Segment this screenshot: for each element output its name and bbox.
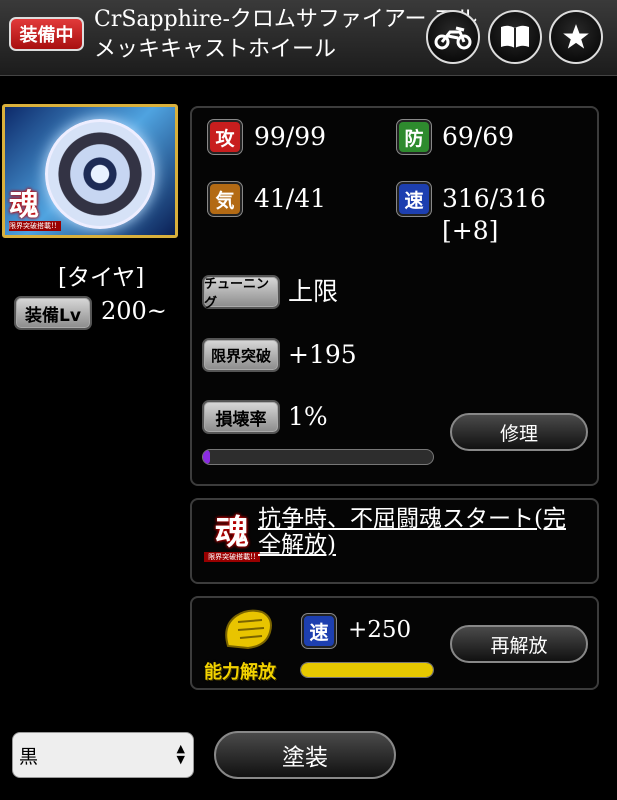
book-button[interactable]: [488, 10, 542, 64]
skill-link[interactable]: 抗争時、不屈闘魂スタート(完全解放): [258, 506, 578, 558]
ability-progress-fill: [301, 663, 433, 677]
ability-speed-value: +250: [348, 617, 412, 643]
ability-speed-icon: 速: [302, 614, 336, 648]
part-thumbnail: 魂 限界突破搭載!!: [2, 104, 178, 238]
ability-release-badge: 能力解放: [202, 606, 294, 684]
ability-panel: 能力解放 速 +250 再解放: [190, 596, 599, 690]
ki-icon: 気: [208, 182, 242, 216]
ki-value: 41/41: [254, 184, 327, 213]
header-bar: 装備中 CrSapphire-クロムサファイアー フル メッキキャストホイール: [0, 0, 617, 76]
favorite-button[interactable]: [549, 10, 603, 64]
part-title: CrSapphire-クロムサファイアー フル メッキキャストホイール: [94, 5, 478, 65]
defense-icon: 防: [397, 120, 431, 154]
ability-progress-bar: [300, 662, 434, 678]
attack-icon: 攻: [208, 120, 242, 154]
soul-skill-icon: 魂 限界突破搭載!!: [204, 514, 260, 572]
damage-rate-value: 1%: [288, 402, 328, 431]
select-arrows-icon: ▲ ▼: [176, 742, 185, 766]
star-icon: [563, 24, 589, 49]
equip-lv-value: 200~: [101, 297, 167, 325]
part-title-line1: CrSapphire-クロムサファイアー フル: [94, 7, 478, 32]
damage-rate-bar-fill: [203, 450, 210, 464]
equipped-badge: 装備中: [9, 17, 84, 51]
motorcycle-icon: [434, 26, 472, 50]
chrome-wheel-image: [45, 119, 155, 229]
motorcycle-button[interactable]: [426, 10, 480, 64]
speed-value: 316/316: [442, 184, 546, 213]
attack-value: 99/99: [254, 122, 327, 151]
rerelease-button[interactable]: 再解放: [450, 625, 588, 663]
speed-icon: 速: [397, 182, 431, 216]
defense-value: 69/69: [442, 122, 515, 151]
tuning-badge: チューニング: [202, 275, 280, 311]
tuning-value: 上限: [288, 277, 339, 306]
color-select-value: 黒: [19, 745, 39, 768]
limit-break-value: +195: [288, 340, 357, 369]
book-icon: [501, 25, 529, 48]
color-select[interactable]: 黒 ▲ ▼: [12, 732, 194, 778]
paint-button[interactable]: 塗装: [214, 731, 396, 779]
equip-lv-badge: 装備Lv: [14, 296, 92, 330]
repair-button[interactable]: 修理: [450, 413, 588, 451]
limit-break-badge: 限界突破: [202, 338, 280, 372]
part-type-label: [タイヤ]: [58, 265, 145, 291]
damage-rate-badge: 損壊率: [202, 400, 280, 434]
soul-badge: 魂 限界突破搭載!!: [9, 191, 61, 235]
part-title-line2: メッキキャストホイール: [94, 37, 337, 62]
speed-bonus: [+8]: [442, 216, 499, 245]
damage-rate-bar: [202, 449, 434, 465]
fist-icon: [225, 609, 272, 650]
stats-panel: 攻 99/99 防 69/69 気 41/41 速 316/316 [+8] チ…: [190, 106, 599, 486]
